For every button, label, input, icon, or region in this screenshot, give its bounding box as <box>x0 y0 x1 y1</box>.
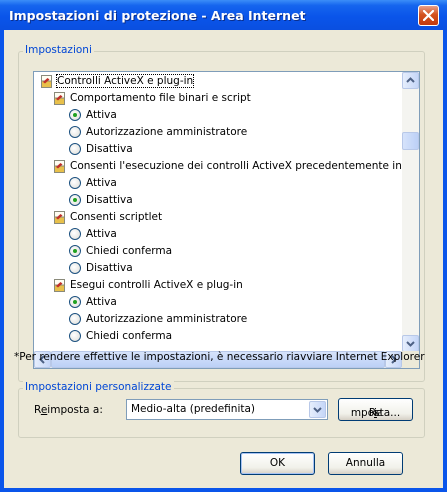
settings-page-icon <box>41 75 52 88</box>
radio-selected[interactable] <box>69 194 81 206</box>
tree-setting-row: Consenti l'esecuzione dei controlli Acti… <box>34 159 419 175</box>
tree-option-row[interactable]: Disattiva <box>34 142 402 158</box>
chevron-down-icon <box>406 341 415 347</box>
radio-unselected[interactable] <box>69 262 81 274</box>
tree-item-label: Consenti scriptlet <box>70 211 163 223</box>
tree-option-row[interactable]: Disattiva <box>34 193 402 209</box>
tree-item-label: Autorizzazione amministratore <box>86 126 248 138</box>
settings-group-label: Impostazioni <box>23 44 94 56</box>
tree-item-label: Disattiva <box>86 143 133 155</box>
settings-page-icon <box>54 92 65 105</box>
tree-option-row[interactable]: Attiva <box>34 176 402 192</box>
tree-item-label: Attiva <box>86 177 117 189</box>
tree-item-label: Esegui controlli ActiveX e plug-in <box>70 279 243 291</box>
tree-item-label: Disattiva <box>86 194 133 206</box>
settings-page-icon <box>54 211 65 224</box>
custom-settings-group-label: Impostazioni personalizzate <box>23 381 174 393</box>
chevron-down-icon <box>313 407 322 413</box>
window-title: Impostazioni di protezione - Area Intern… <box>9 8 306 23</box>
radio-unselected[interactable] <box>69 126 81 138</box>
cancel-button[interactable]: Annulla <box>328 452 403 475</box>
settings-page-icon <box>54 160 65 173</box>
tree-setting-row: Comportamento file binari e script <box>34 91 402 107</box>
settings-page-icon <box>54 279 65 292</box>
tree-option-row[interactable]: Attiva <box>34 108 402 124</box>
tree-option-row[interactable]: Attiva <box>34 295 402 311</box>
scroll-up-button[interactable] <box>402 72 419 89</box>
ok-button[interactable]: OK <box>240 452 315 475</box>
settings-tree[interactable]: Controlli ActiveX e plug-in Comportamento… <box>33 71 420 369</box>
tree-option-row[interactable]: Autorizzazione amministratore <box>34 125 402 141</box>
tree-item-label: Chiedi conferma <box>86 245 173 257</box>
ok-button-label: OK <box>269 457 286 469</box>
tree-option-row[interactable]: Chiedi conferma <box>34 244 402 260</box>
scroll-down-button[interactable] <box>402 335 419 352</box>
tree-item-label: Autorizzazione amministratore <box>86 313 248 325</box>
tree-setting-row: Esegui controlli ActiveX e plug-in <box>34 278 402 294</box>
close-button[interactable] <box>418 5 439 26</box>
dialog-body: Impostazioni Controlli ActiveX e plug-in… <box>4 30 443 488</box>
reset-to-label: Reimposta a: <box>34 404 103 416</box>
close-icon <box>423 10 434 21</box>
reset-button[interactable]: Re i mposta... <box>338 398 413 421</box>
restart-note: *Per rendere effettive le impostazioni, … <box>14 351 425 363</box>
tree-option-row[interactable]: Attiva <box>34 227 402 243</box>
reset-level-value: Medio-alta (predefinita) <box>131 403 256 415</box>
radio-unselected[interactable] <box>69 177 81 189</box>
radio-unselected[interactable] <box>69 228 81 240</box>
tree-option-row[interactable]: Autorizzazione amministratore <box>34 312 402 328</box>
tree-item-label: Attiva <box>86 296 117 308</box>
tree-item-label: Consenti l'esecuzione dei controlli Acti… <box>70 160 419 172</box>
tree-item-label: Disattiva <box>86 262 133 274</box>
tree-item-label: Attiva <box>86 109 117 121</box>
tree-item-label: Chiedi conferma <box>86 330 173 342</box>
reset-level-select[interactable]: Medio-alta (predefinita) <box>126 399 328 420</box>
vertical-scrollbar[interactable] <box>402 72 419 352</box>
radio-unselected[interactable] <box>69 330 81 342</box>
tree-option-row[interactable]: Chiedi conferma <box>34 329 402 345</box>
radio-selected[interactable] <box>69 296 81 308</box>
scroll-thumb[interactable] <box>402 132 419 150</box>
tree-item-label: Attiva <box>86 228 117 240</box>
chevron-up-icon <box>406 77 415 83</box>
tree-option-row[interactable]: Disattiva <box>34 261 402 277</box>
radio-selected[interactable] <box>69 109 81 121</box>
tree-setting-row: Consenti scriptlet <box>34 210 402 226</box>
tree-item-label: Comportamento file binari e script <box>70 92 251 104</box>
title-bar[interactable]: Impostazioni di protezione - Area Intern… <box>0 0 447 30</box>
tree-category-row: Controlli ActiveX e plug-in <box>34 74 402 90</box>
radio-unselected[interactable] <box>69 313 81 325</box>
radio-selected[interactable] <box>69 245 81 257</box>
dropdown-button[interactable] <box>309 401 326 418</box>
cancel-button-label: Annulla <box>345 457 386 469</box>
radio-unselected[interactable] <box>69 143 81 155</box>
tree-item-label: Controlli ActiveX e plug-in <box>55 74 195 88</box>
dialog-window: Impostazioni di protezione - Area Intern… <box>0 0 447 492</box>
